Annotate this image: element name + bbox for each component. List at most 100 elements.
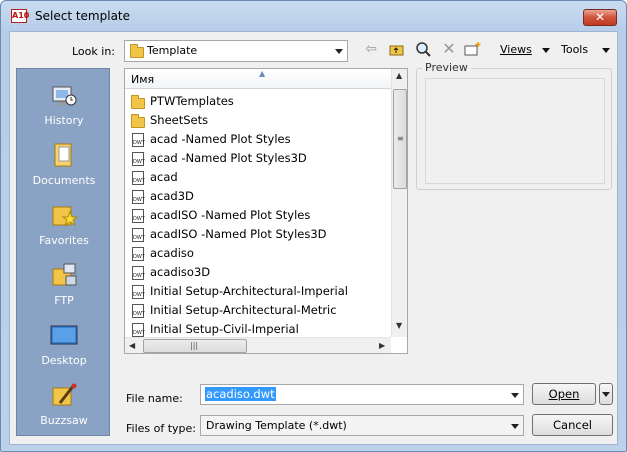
title-bar[interactable]: A10 Select template ✕: [1, 1, 626, 31]
files-of-type-value: Drawing Template (*.dwt): [206, 419, 347, 432]
dwt-file-icon: DWT: [131, 285, 145, 299]
place-desktop[interactable]: Desktop: [17, 315, 111, 375]
dwt-badge: DWT: [132, 285, 145, 299]
ftp-icon: [52, 263, 77, 286]
look-in-combo[interactable]: Template: [124, 40, 348, 62]
file-name-value: acadiso.dwt: [205, 387, 276, 401]
file-name: acad -Named Plot Styles: [150, 132, 291, 146]
autocad-app-icon: A10: [11, 9, 29, 23]
file-name: Initial Setup-Architectural-Imperial: [150, 284, 348, 298]
place-label: Documents: [32, 174, 96, 187]
chevron-down-icon: [335, 49, 343, 54]
file-name: acad: [150, 170, 178, 184]
dwt-badge: DWT: [132, 323, 145, 337]
dwt-file-icon: DWT: [131, 323, 145, 337]
list-item[interactable]: DWT acad3D: [131, 187, 391, 206]
select-template-dialog: A10 Select template ✕ Look in: Template …: [0, 0, 627, 452]
list-item[interactable]: DWT Initial Setup-Architectural-Metric: [131, 301, 391, 320]
file-name: Initial Setup-Civil-Imperial: [150, 322, 299, 336]
place-label: Desktop: [41, 354, 87, 367]
list-item[interactable]: DWT acadISO -Named Plot Styles: [131, 206, 391, 225]
history-icon: [52, 86, 77, 106]
list-item[interactable]: DWT acadiso3D: [131, 263, 391, 282]
place-favorites[interactable]: Favorites: [17, 195, 111, 255]
dwt-file-icon: DWT: [131, 247, 145, 261]
horizontal-scroll-thumb[interactable]: |||: [143, 339, 247, 353]
file-name-label: File name:: [126, 392, 183, 405]
file-name: PTWTemplates: [150, 94, 234, 108]
views-menu[interactable]: Views: [500, 43, 532, 56]
list-item[interactable]: DWT Initial Setup-Architectural-Imperial: [131, 282, 391, 301]
file-name: SheetSets: [150, 113, 209, 127]
place-history[interactable]: History: [17, 75, 111, 135]
files-of-type-combo[interactable]: Drawing Template (*.dwt): [200, 415, 524, 436]
documents-icon: [54, 143, 72, 167]
vertical-scroll-thumb[interactable]: ≡: [393, 89, 407, 189]
open-button[interactable]: Open: [532, 383, 596, 405]
dwt-file-icon: DWT: [131, 152, 145, 166]
views-dropdown-icon[interactable]: [542, 48, 550, 53]
look-in-label: Look in:: [72, 45, 115, 58]
list-item[interactable]: PTWTemplates: [131, 92, 391, 111]
look-in-value: Template: [147, 44, 198, 57]
places-bar: History Documents Favorites FTP Desktop …: [16, 68, 110, 436]
tools-menu[interactable]: Tools: [561, 43, 588, 56]
close-button[interactable]: ✕: [583, 9, 617, 26]
back-arrow-icon[interactable]: ⇦: [362, 40, 380, 58]
dwt-file-icon: DWT: [131, 171, 145, 185]
file-name: acadISO -Named Plot Styles3D: [150, 227, 327, 241]
list-item[interactable]: DWT acad -Named Plot Styles3D: [131, 149, 391, 168]
dwt-badge: DWT: [132, 304, 145, 318]
up-one-level-icon[interactable]: [388, 40, 406, 58]
desktop-icon: [50, 325, 78, 345]
list-item[interactable]: DWT acadiso: [131, 244, 391, 263]
scroll-right-icon[interactable]: ▶: [379, 341, 385, 350]
list-item[interactable]: DWT acadISO -Named Plot Styles3D: [131, 225, 391, 244]
grip-icon: |||: [190, 341, 199, 350]
new-folder-icon[interactable]: [464, 40, 482, 58]
chevron-down-icon[interactable]: [511, 393, 519, 398]
file-name: acadiso3D: [150, 265, 211, 279]
column-header-name[interactable]: ▲ Имя: [125, 69, 391, 89]
dwt-file-icon: DWT: [131, 209, 145, 223]
horizontal-scrollbar[interactable]: ◀ ||| ▶: [125, 337, 391, 353]
list-item[interactable]: SheetSets: [131, 111, 391, 130]
delete-icon[interactable]: ✕: [440, 40, 458, 58]
dwt-file-icon: DWT: [131, 190, 145, 204]
search-web-icon[interactable]: [414, 40, 432, 58]
file-name: acad -Named Plot Styles3D: [150, 151, 307, 165]
open-options-button[interactable]: [599, 383, 613, 405]
preview-label: Preview: [422, 61, 471, 74]
chevron-down-icon: [511, 424, 519, 429]
dwt-badge: DWT: [132, 228, 145, 242]
list-item[interactable]: DWT acad: [131, 168, 391, 187]
scroll-up-icon[interactable]: ▲: [396, 71, 402, 80]
scroll-down-icon[interactable]: ▼: [396, 321, 402, 330]
dwt-file-icon: DWT: [131, 228, 145, 242]
column-header-label: Имя: [131, 73, 155, 86]
folder-icon: [131, 95, 145, 109]
list-item[interactable]: DWT acad -Named Plot Styles: [131, 130, 391, 149]
place-buzzsaw[interactable]: Buzzsaw: [17, 375, 111, 435]
place-label: Favorites: [39, 234, 89, 247]
scroll-left-icon[interactable]: ◀: [129, 341, 135, 350]
place-ftp[interactable]: FTP: [17, 255, 111, 315]
place-label: Buzzsaw: [40, 414, 88, 427]
preview-area: [425, 78, 605, 184]
tools-dropdown-icon[interactable]: [602, 48, 610, 53]
folder-icon: [131, 114, 145, 128]
dwt-file-icon: DWT: [131, 304, 145, 318]
files-of-type-label: Files of type:: [126, 422, 197, 435]
cancel-button[interactable]: Cancel: [532, 414, 613, 436]
place-label: FTP: [54, 294, 74, 307]
dwt-file-icon: DWT: [131, 133, 145, 147]
file-name-input[interactable]: acadiso.dwt: [200, 384, 524, 405]
file-list[interactable]: ▲ Имя PTWTemplates SheetSets DWT acad -Name…: [124, 68, 408, 354]
chevron-down-icon: [602, 392, 610, 397]
favorites-icon: [52, 206, 78, 227]
dwt-badge: DWT: [132, 152, 145, 166]
dwt-badge: DWT: [132, 171, 145, 185]
vertical-scrollbar[interactable]: ▲ ≡ ▼: [391, 69, 407, 337]
dwt-badge: DWT: [132, 209, 145, 223]
place-documents[interactable]: Documents: [17, 135, 111, 195]
